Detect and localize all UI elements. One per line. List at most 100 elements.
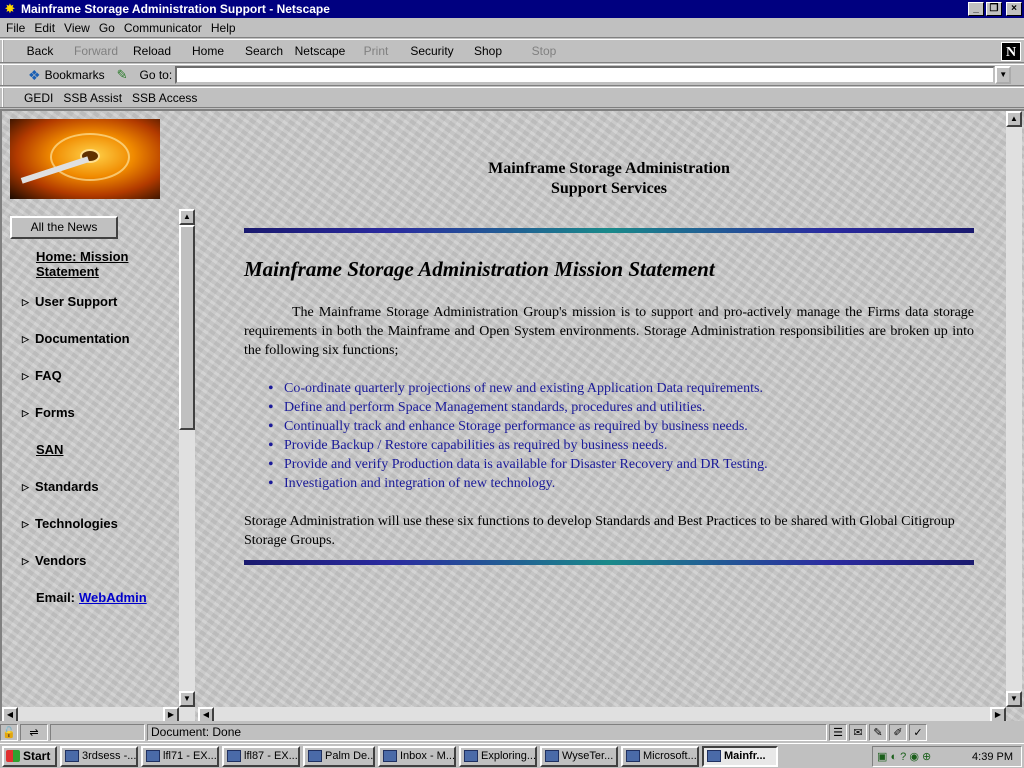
expand-arrow-icon[interactable]: ▷	[22, 294, 35, 310]
taskbar-item[interactable]: 3rdsess -...	[60, 745, 138, 767]
webadmin-email-link[interactable]: WebAdmin	[79, 590, 147, 605]
bookmarks-button[interactable]: Bookmarks	[45, 68, 105, 82]
list-item: Co-ordinate quarterly projections of new…	[268, 379, 768, 398]
inbox-icon	[383, 750, 397, 762]
main-horizontal-scrollbar[interactable]: ◀ ▶	[198, 707, 1006, 721]
taskbar-item-label: Inbox - M...	[400, 750, 456, 762]
menu-edit[interactable]: Edit	[34, 21, 55, 35]
menu-view[interactable]: View	[64, 21, 90, 35]
scroll-down-icon[interactable]: ▼	[1006, 691, 1022, 707]
toolbar-grip[interactable]	[2, 88, 8, 107]
page-viewport: All the News Home: Mission Statement ▷ U…	[0, 109, 1024, 721]
home-button[interactable]: Home	[180, 44, 236, 58]
expand-arrow-icon[interactable]: ▷	[22, 479, 35, 495]
tray-icons[interactable]: ▣ ◐ ? ◉ ⊕	[877, 750, 931, 763]
location-input[interactable]	[175, 66, 996, 84]
taskbar-item[interactable]: lfl71 - EX...	[141, 745, 219, 767]
sidebar-vertical-scrollbar[interactable]: ▲ ▼	[179, 209, 195, 707]
expand-arrow-icon[interactable]: ▷	[22, 368, 35, 384]
taskbar-item[interactable]: Palm De...	[303, 745, 375, 767]
sidebar-item-label[interactable]: FAQ	[35, 368, 62, 384]
all-the-news-button[interactable]: All the News	[10, 216, 118, 239]
taskbar-item-active[interactable]: Mainfr...	[702, 745, 778, 767]
sidebar-item-technologies[interactable]: ▷ Technologies	[22, 516, 118, 532]
clock[interactable]: 4:39 PM	[972, 751, 1013, 763]
expand-arrow-icon[interactable]: ▷	[22, 405, 35, 421]
menu-file[interactable]: File	[6, 21, 25, 35]
page-proxy-icon[interactable]: ✎	[117, 67, 128, 83]
close-button[interactable]: ×	[1006, 2, 1022, 16]
security-button[interactable]: Security	[404, 44, 460, 58]
scroll-right-icon[interactable]: ▶	[163, 707, 179, 721]
navigator-component-icon[interactable]: ☰	[829, 723, 847, 741]
bookmark-ssb-access[interactable]: SSB Access	[132, 91, 197, 105]
sidebar-item-documentation[interactable]: ▷ Documentation	[22, 331, 130, 347]
scroll-left-icon[interactable]: ◀	[2, 707, 18, 721]
sidebar-item-label[interactable]: User Support	[35, 294, 117, 310]
search-button[interactable]: Search	[236, 44, 292, 58]
start-button[interactable]: Start	[2, 745, 57, 767]
taskbar-item[interactable]: Inbox - M...	[378, 745, 456, 767]
menu-communicator[interactable]: Communicator	[124, 21, 202, 35]
scroll-down-icon[interactable]: ▼	[179, 691, 195, 707]
excel-icon	[146, 750, 160, 762]
back-button[interactable]: Back	[12, 44, 68, 58]
scroll-right-icon[interactable]: ▶	[990, 707, 1006, 721]
netscape-logo-icon[interactable]: N	[1001, 42, 1021, 61]
sidebar-horizontal-scrollbar[interactable]: ◀ ▶	[2, 707, 195, 721]
sidebar-item-label[interactable]: Vendors	[35, 553, 86, 569]
horizontal-rule	[244, 560, 974, 565]
main-vertical-scrollbar[interactable]: ▲ ▼	[1006, 111, 1022, 707]
taskbar-item[interactable]: Exploring...	[459, 745, 537, 767]
explorer-icon	[464, 750, 478, 762]
bookmark-gedi[interactable]: GEDI	[24, 91, 53, 105]
mail-component-icon[interactable]: ✉	[849, 723, 867, 741]
page-heading: Mainframe Storage Administration Support…	[444, 159, 774, 199]
sidebar-item-label[interactable]: Forms	[35, 405, 75, 421]
intro-paragraph: The Mainframe Storage Administration Gro…	[244, 305, 974, 358]
scroll-up-icon[interactable]: ▲	[1006, 111, 1022, 127]
sidebar-item-faq[interactable]: ▷ FAQ	[22, 368, 62, 384]
expand-arrow-icon[interactable]: ▷	[22, 331, 35, 347]
expand-arrow-icon[interactable]: ▷	[22, 553, 35, 569]
bookmarks-icon[interactable]: ❖	[28, 67, 41, 84]
composer-component-icon[interactable]: ✐	[889, 723, 907, 741]
sidebar-item-user-support[interactable]: ▷ User Support	[22, 294, 117, 310]
location-dropdown-icon[interactable]: ▼	[995, 66, 1012, 84]
sidebar-item-label[interactable]: Home: Mission Statement	[36, 249, 146, 279]
scroll-up-icon[interactable]: ▲	[179, 209, 195, 225]
reload-button[interactable]: Reload	[124, 44, 180, 58]
sidebar-scroll-thumb[interactable]	[179, 225, 195, 430]
sidebar-item-san[interactable]: SAN	[36, 442, 63, 457]
taskbar-item[interactable]: lfl87 - EX...	[222, 745, 300, 767]
sidebar-item-home[interactable]: Home: Mission Statement	[36, 249, 146, 279]
toolbar-grip[interactable]	[2, 65, 8, 85]
taskbar-item-label: lfl87 - EX...	[244, 750, 298, 762]
sidebar-item-vendors[interactable]: ▷ Vendors	[22, 553, 86, 569]
taskbar-item[interactable]: Microsoft...	[621, 745, 699, 767]
scroll-left-icon[interactable]: ◀	[198, 707, 214, 721]
taskbar-item[interactable]: WyseTer...	[540, 745, 618, 767]
taskbar-item-label: 3rdsess -...	[82, 750, 137, 762]
netscape-button[interactable]: Netscape	[292, 44, 348, 58]
discussion-component-icon[interactable]: ✎	[869, 723, 887, 741]
sidebar-item-label[interactable]: Documentation	[35, 331, 130, 347]
minimize-button[interactable]: _	[968, 2, 984, 16]
netscape-app-icon[interactable]: ✸	[2, 1, 18, 17]
expand-arrow-icon[interactable]: ▷	[22, 516, 35, 532]
security-lock-icon[interactable]: 🔓	[0, 723, 18, 741]
sidebar-item-forms[interactable]: ▷ Forms	[22, 405, 75, 421]
sidebar-item-label[interactable]: Standards	[35, 479, 99, 495]
microsoft-icon	[626, 750, 640, 762]
sidebar-item-label[interactable]: SAN	[36, 442, 63, 457]
maximize-button[interactable]: ❒	[986, 2, 1002, 16]
bookmark-ssb-assist[interactable]: SSB Assist	[63, 91, 122, 105]
sidebar-item-standards[interactable]: ▷ Standards	[22, 479, 99, 495]
sidebar-item-label[interactable]: Technologies	[35, 516, 118, 532]
menu-help[interactable]: Help	[211, 21, 236, 35]
menu-go[interactable]: Go	[99, 21, 115, 35]
check-icon[interactable]: ✓	[909, 723, 927, 741]
forward-button: Forward	[73, 44, 118, 58]
toolbar-grip[interactable]	[2, 40, 8, 62]
shop-button[interactable]: Shop	[460, 44, 516, 58]
